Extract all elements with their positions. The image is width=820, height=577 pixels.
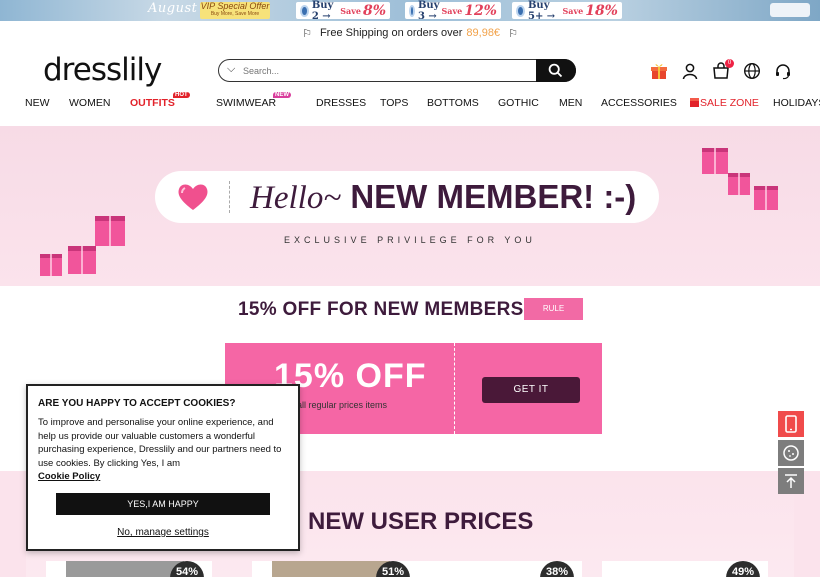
deal-buy-label: Buy 3 → bbox=[417, 0, 440, 21]
cart-count-badge: 0 bbox=[725, 59, 734, 68]
deal-save-label: Save bbox=[562, 5, 584, 16]
deal-buy-5: Buy 5+ → Save 18% bbox=[512, 0, 622, 21]
coupon-divider bbox=[454, 343, 455, 434]
boat-image bbox=[770, 3, 810, 17]
product-card[interactable]: 49% bbox=[602, 561, 768, 577]
get-it-button[interactable]: GET IT bbox=[482, 377, 580, 403]
cookie-heading: ARE YOU HAPPY TO ACCEPT COOKIES? bbox=[38, 398, 236, 409]
nav-item-gothic[interactable]: GOTHIC bbox=[498, 97, 539, 109]
shipping-text: Free Shipping on orders over bbox=[319, 27, 463, 39]
deal-buy-label: Buy 5+ → bbox=[527, 0, 556, 21]
cart-icon[interactable]: 0 bbox=[712, 59, 734, 80]
deal-buy-3: Buy 3 → Save 12% bbox=[405, 0, 501, 21]
deal-save-label: Save bbox=[441, 5, 463, 16]
main-nav: NEW WOMEN OUTFITS HOT SWIMWEAR NEW DRESS… bbox=[0, 92, 820, 112]
rule-button[interactable]: RULE bbox=[524, 298, 583, 320]
arrow-up-icon bbox=[785, 474, 797, 488]
nav-item-bottoms[interactable]: BOTTOMS bbox=[427, 97, 479, 109]
product-card[interactable]: 54% bbox=[46, 561, 212, 577]
search-input[interactable] bbox=[243, 63, 533, 78]
new-tag: NEW bbox=[273, 92, 291, 98]
nav-item-holidays[interactable]: HOLIDAYS bbox=[773, 97, 820, 109]
vip-offer-badge: VIP Special Offer Buy More, Save More bbox=[200, 2, 270, 19]
globe-icon[interactable] bbox=[743, 62, 761, 80]
deal-buy-label: Buy 2 → bbox=[311, 0, 334, 21]
flag-icon: ⚐ bbox=[302, 27, 312, 40]
nav-item-women[interactable]: WOMEN bbox=[69, 97, 110, 109]
new-member-banner[interactable]: Hello~ NEW MEMBER! :-) EXCLUSIVE PRIVILE… bbox=[0, 126, 820, 286]
discount-icon bbox=[409, 4, 415, 17]
cookie-body-text: To improve and personalise your online e… bbox=[38, 417, 282, 469]
search-bar: ⌵ bbox=[218, 59, 576, 82]
nav-item-swimwear[interactable]: SWIMWEAR bbox=[216, 97, 276, 109]
cookie-body: To improve and personalise your online e… bbox=[38, 416, 290, 484]
nav-item-accessories[interactable]: ACCESSORIES bbox=[601, 97, 677, 109]
new-member-text: NEW MEMBER! :-) bbox=[350, 178, 637, 215]
product-image bbox=[272, 561, 390, 577]
shipping-amount: 89,98€ bbox=[466, 27, 501, 39]
cookie-icon bbox=[783, 445, 799, 461]
mobile-app-button[interactable] bbox=[778, 411, 804, 437]
chevron-down-icon[interactable]: ⌵ bbox=[227, 63, 235, 76]
search-icon bbox=[548, 63, 563, 78]
discount-icon bbox=[300, 4, 309, 17]
hello-pill: Hello~ NEW MEMBER! :-) bbox=[155, 171, 659, 223]
product-image bbox=[66, 561, 184, 577]
deal-percent: 8% bbox=[362, 2, 386, 19]
nav-item-new[interactable]: NEW bbox=[25, 97, 50, 109]
cookie-dialog: ARE YOU HAPPY TO ACCEPT COOKIES? To impr… bbox=[26, 384, 300, 551]
search-button[interactable] bbox=[536, 59, 576, 82]
shipping-bar: ⚐ Free Shipping on orders over 89,98€ ⚐ bbox=[0, 21, 820, 45]
pill-divider bbox=[229, 181, 230, 213]
nav-item-sale-zone[interactable]: SALE ZONE bbox=[700, 97, 759, 109]
hot-tag: HOT bbox=[173, 92, 190, 98]
nav-item-men[interactable]: MEN bbox=[559, 97, 582, 109]
gift-boxes-left-image bbox=[40, 216, 125, 276]
manage-settings-link[interactable]: No, manage settings bbox=[28, 527, 298, 538]
product-image bbox=[436, 561, 554, 577]
product-image bbox=[622, 561, 740, 577]
user-icon[interactable] bbox=[681, 62, 699, 80]
banner-headline: Hello~ NEW MEMBER! :-) bbox=[250, 178, 636, 217]
headset-icon[interactable] bbox=[774, 62, 792, 80]
gift-icon[interactable] bbox=[650, 62, 668, 80]
promo-strip[interactable]: August VIP Special Offer Buy More, Save … bbox=[0, 0, 820, 21]
header-icons: 0 bbox=[650, 59, 792, 80]
members-title: 15% OFF FOR NEW MEMBERS bbox=[238, 299, 524, 320]
coupon-description: all regular prices items bbox=[297, 400, 388, 410]
nav-item-outfits[interactable]: OUTFITS bbox=[130, 97, 175, 109]
back-to-top-button[interactable] bbox=[778, 468, 804, 494]
flag-icon: ⚐ bbox=[508, 27, 518, 40]
nav-item-dresses[interactable]: DRESSES bbox=[316, 97, 366, 109]
promo-august-text: August bbox=[148, 1, 198, 16]
vip-offer-sub: Buy More, Save More bbox=[210, 11, 260, 17]
deal-save-label: Save bbox=[340, 5, 361, 16]
hello-text: Hello~ bbox=[250, 180, 342, 216]
product-card[interactable]: 38% bbox=[416, 561, 582, 577]
deal-percent: 12% bbox=[464, 2, 497, 19]
heart-icon bbox=[178, 184, 208, 210]
discount-icon bbox=[516, 4, 525, 17]
product-card[interactable]: 51% bbox=[252, 561, 418, 577]
banner-subtitle: EXCLUSIVE PRIVILEGE FOR YOU bbox=[284, 235, 536, 245]
cookie-policy-link[interactable]: Cookie Policy bbox=[38, 471, 100, 482]
accept-cookies-button[interactable]: YES,I AM HAPPY bbox=[56, 493, 270, 515]
gift-boxes-right-image bbox=[702, 148, 778, 210]
deal-percent: 18% bbox=[585, 2, 618, 19]
cookie-settings-button[interactable] bbox=[778, 440, 804, 466]
prices-title: NEW USER PRICES bbox=[308, 508, 534, 535]
site-logo[interactable]: dresslily bbox=[43, 52, 162, 88]
nav-item-tops[interactable]: TOPS bbox=[380, 97, 408, 109]
deal-buy-2: Buy 2 → Save 8% bbox=[296, 0, 390, 21]
sale-zone-icon bbox=[690, 97, 699, 109]
phone-icon bbox=[785, 415, 797, 433]
